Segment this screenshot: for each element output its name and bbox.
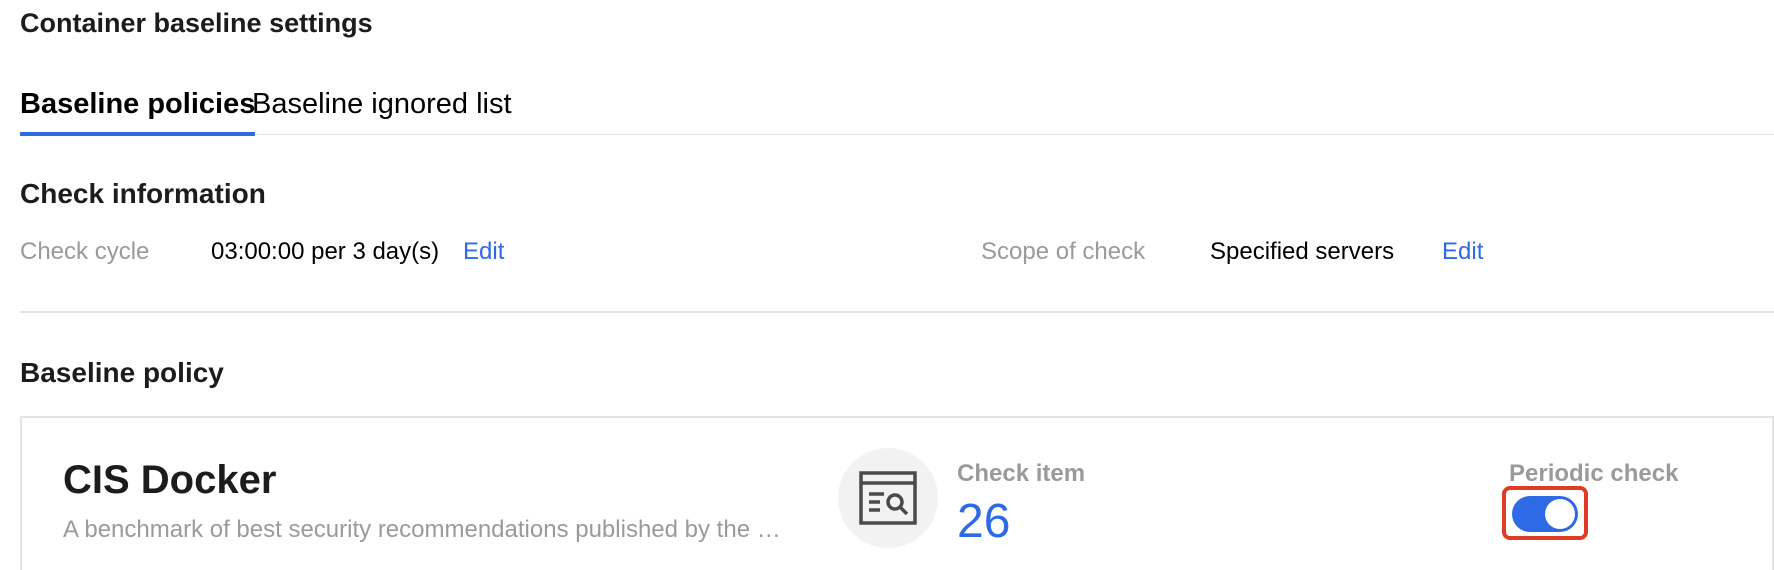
toggle-highlight-box: [1502, 486, 1588, 540]
check-item-label: Check item: [957, 460, 1086, 487]
section-divider: [20, 311, 1774, 313]
policy-description: A benchmark of best security recommendat…: [63, 516, 781, 543]
tab-bar: Baseline policies Baseline ignored list: [20, 80, 1774, 136]
container-baseline-settings-page: Container baseline settings Baseline pol…: [0, 0, 1774, 570]
scope-of-check-value: Specified servers: [1210, 238, 1395, 265]
policy-name: CIS Docker: [63, 458, 277, 502]
periodic-check-label: Periodic check: [1509, 460, 1679, 487]
policy-card-cis-docker: CIS Docker A benchmark of best security …: [20, 416, 1774, 570]
check-item-count: 26: [957, 495, 1011, 548]
toggle-knob: [1545, 499, 1575, 529]
periodic-check-toggle[interactable]: [1512, 496, 1578, 532]
check-cycle-label: Check cycle: [20, 238, 150, 265]
scope-of-check-label: Scope of check: [981, 238, 1146, 265]
tab-baseline-policies[interactable]: Baseline policies: [20, 88, 256, 136]
check-information-heading: Check information: [20, 178, 266, 209]
document-search-icon: [838, 448, 938, 548]
baseline-policy-heading: Baseline policy: [20, 357, 224, 388]
check-cycle-edit-link[interactable]: Edit: [463, 238, 504, 266]
page-title: Container baseline settings: [20, 8, 373, 38]
scope-of-check-edit-link[interactable]: Edit: [1442, 238, 1483, 266]
check-cycle-value: 03:00:00 per 3 day(s): [211, 238, 440, 265]
tab-baseline-ignored-list[interactable]: Baseline ignored list: [252, 88, 512, 132]
